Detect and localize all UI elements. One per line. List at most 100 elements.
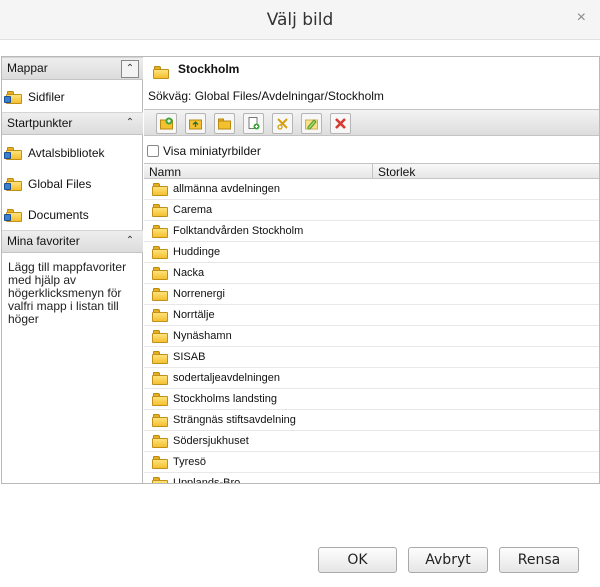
folder-icon <box>152 203 168 217</box>
folder-name: allmänna avdelningen <box>173 183 281 195</box>
left-item-label: Avtalsbibliotek <box>28 146 105 160</box>
cut-icon <box>277 118 288 130</box>
cut-button[interactable] <box>272 113 293 134</box>
left-item-documents[interactable]: Documents <box>4 205 89 225</box>
list-item[interactable]: Tyresö <box>144 452 599 473</box>
left-item-sidfiler[interactable]: Sidfiler <box>4 87 65 107</box>
list-item[interactable]: Upplands-Bro <box>144 473 599 483</box>
column-divider[interactable] <box>372 164 373 179</box>
ok-button[interactable]: OK <box>318 547 397 573</box>
column-header-name[interactable]: Namn <box>149 165 181 179</box>
add-file-button[interactable] <box>243 113 264 134</box>
folder-icon <box>152 308 168 322</box>
list-item[interactable]: Nacka <box>144 263 599 284</box>
folder-icon <box>152 266 168 280</box>
folder-name: sodertaljeavdelningen <box>173 372 281 384</box>
add-file-icon <box>248 117 260 130</box>
shared-folder-icon <box>4 208 22 222</box>
folder-name: Nynäshamn <box>173 330 232 342</box>
column-header-size[interactable]: Storlek <box>378 165 415 179</box>
list-item[interactable]: SISAB <box>144 347 599 368</box>
list-item[interactable]: Stockholms landsting <box>144 389 599 410</box>
close-icon[interactable]: × <box>577 9 586 27</box>
rename-icon <box>305 119 318 130</box>
folder-icon <box>152 455 168 469</box>
rename-button[interactable] <box>301 113 322 134</box>
favorites-header-label: Mina favoriter <box>7 234 80 248</box>
favorites-hint: Lägg till mappfavoriter med hjälp av hög… <box>8 260 127 326</box>
folder-name: Tyresö <box>173 456 207 468</box>
new-folder-icon <box>160 117 173 130</box>
collapse-favorites-icon[interactable]: ⌃ <box>121 233 139 251</box>
folder-icon <box>152 413 168 427</box>
folder-icon <box>152 392 168 406</box>
folder-name: SISAB <box>173 351 206 363</box>
folders-section-header: Mappar ⌃ <box>2 57 143 80</box>
shared-folder-icon <box>4 90 22 104</box>
folder-icon <box>152 329 168 343</box>
list-item[interactable]: Huddinge <box>144 242 599 263</box>
list-header: Namn Storlek <box>144 163 599 179</box>
folder-icon <box>152 371 168 385</box>
folder-name: Södersjukhuset <box>173 435 249 447</box>
folder-list: allmänna avdelningen Carema Folktandvården… <box>144 179 599 483</box>
left-item-label: Global Files <box>28 177 92 191</box>
folder-name: Norrenergi <box>173 288 225 300</box>
thumbnails-toggle[interactable]: Visa miniatyrbilder <box>147 144 261 158</box>
clear-button[interactable]: Rensa <box>499 547 579 573</box>
folder-icon <box>152 287 168 301</box>
folder-name: Carema <box>173 204 213 216</box>
list-item[interactable]: Norrtälje <box>144 305 599 326</box>
list-item[interactable]: Nynäshamn <box>144 326 599 347</box>
new-folder-button[interactable] <box>156 113 177 134</box>
folder-name: Norrtälje <box>173 309 215 321</box>
shared-folder-icon <box>4 177 22 191</box>
file-browser: Mappar ⌃ Sidfiler Startpunkter ⌃ Avtalsb… <box>1 56 600 484</box>
list-item[interactable]: Folktandvården Stockholm <box>144 221 599 242</box>
folder-name: Huddinge <box>173 246 221 258</box>
right-pane: Stockholm Sökväg: Global Files/Avdelning… <box>144 57 599 483</box>
dialog-header: Välj bild × <box>0 0 600 40</box>
list-item[interactable]: Strängnäs stiftsavdelning <box>144 410 599 431</box>
folder-icon <box>152 182 168 196</box>
folder-name: Folktandvården Stockholm <box>173 225 304 237</box>
delete-icon <box>335 118 346 129</box>
left-pane: Mappar ⌃ Sidfiler Startpunkter ⌃ Avtalsb… <box>2 57 143 483</box>
folder-icon <box>152 350 168 364</box>
left-item-global-files[interactable]: Global Files <box>4 174 92 194</box>
left-item-label: Documents <box>28 208 89 222</box>
collapse-startpoints-icon[interactable]: ⌃ <box>121 115 139 133</box>
folder-name: Strängnäs stiftsavdelning <box>173 414 296 426</box>
path-label: Sökväg: Global Files/Avdelningar/Stockho… <box>148 89 384 103</box>
cancel-button[interactable]: Avbryt <box>408 547 488 573</box>
open-folder-button[interactable] <box>214 113 235 134</box>
list-item[interactable]: Södersjukhuset <box>144 431 599 452</box>
folder-icon <box>152 224 168 238</box>
folder-icon <box>153 65 169 79</box>
collapse-folders-icon[interactable]: ⌃ <box>121 60 139 78</box>
left-item-avtalsbibliotek[interactable]: Avtalsbibliotek <box>4 143 105 163</box>
folder-name: Upplands-Bro <box>173 477 241 483</box>
folder-icon <box>152 476 168 483</box>
startpoints-section-header: Startpunkter ⌃ <box>2 112 143 135</box>
delete-button[interactable] <box>330 113 351 134</box>
folder-up-button[interactable] <box>185 113 206 134</box>
dialog-title: Välj bild <box>266 10 334 30</box>
startpoints-header-label: Startpunkter <box>7 116 73 130</box>
folder-name: Nacka <box>173 267 205 279</box>
list-item[interactable]: sodertaljeavdelningen <box>144 368 599 389</box>
toolbar <box>144 109 599 136</box>
thumbnails-checkbox[interactable] <box>147 145 159 157</box>
folder-up-icon <box>189 119 202 130</box>
favorites-section-header: Mina favoriter ⌃ <box>2 230 143 253</box>
list-item[interactable]: allmänna avdelningen <box>144 179 599 200</box>
list-item[interactable]: Carema <box>144 200 599 221</box>
left-item-label: Sidfiler <box>28 90 65 104</box>
folder-icon <box>152 434 168 448</box>
current-folder-title: Stockholm <box>178 62 240 76</box>
folders-header-label: Mappar <box>7 61 48 75</box>
folder-icon <box>152 245 168 259</box>
thumbnails-label: Visa miniatyrbilder <box>163 144 261 158</box>
folder-name: Stockholms landsting <box>173 393 277 405</box>
list-item[interactable]: Norrenergi <box>144 284 599 305</box>
